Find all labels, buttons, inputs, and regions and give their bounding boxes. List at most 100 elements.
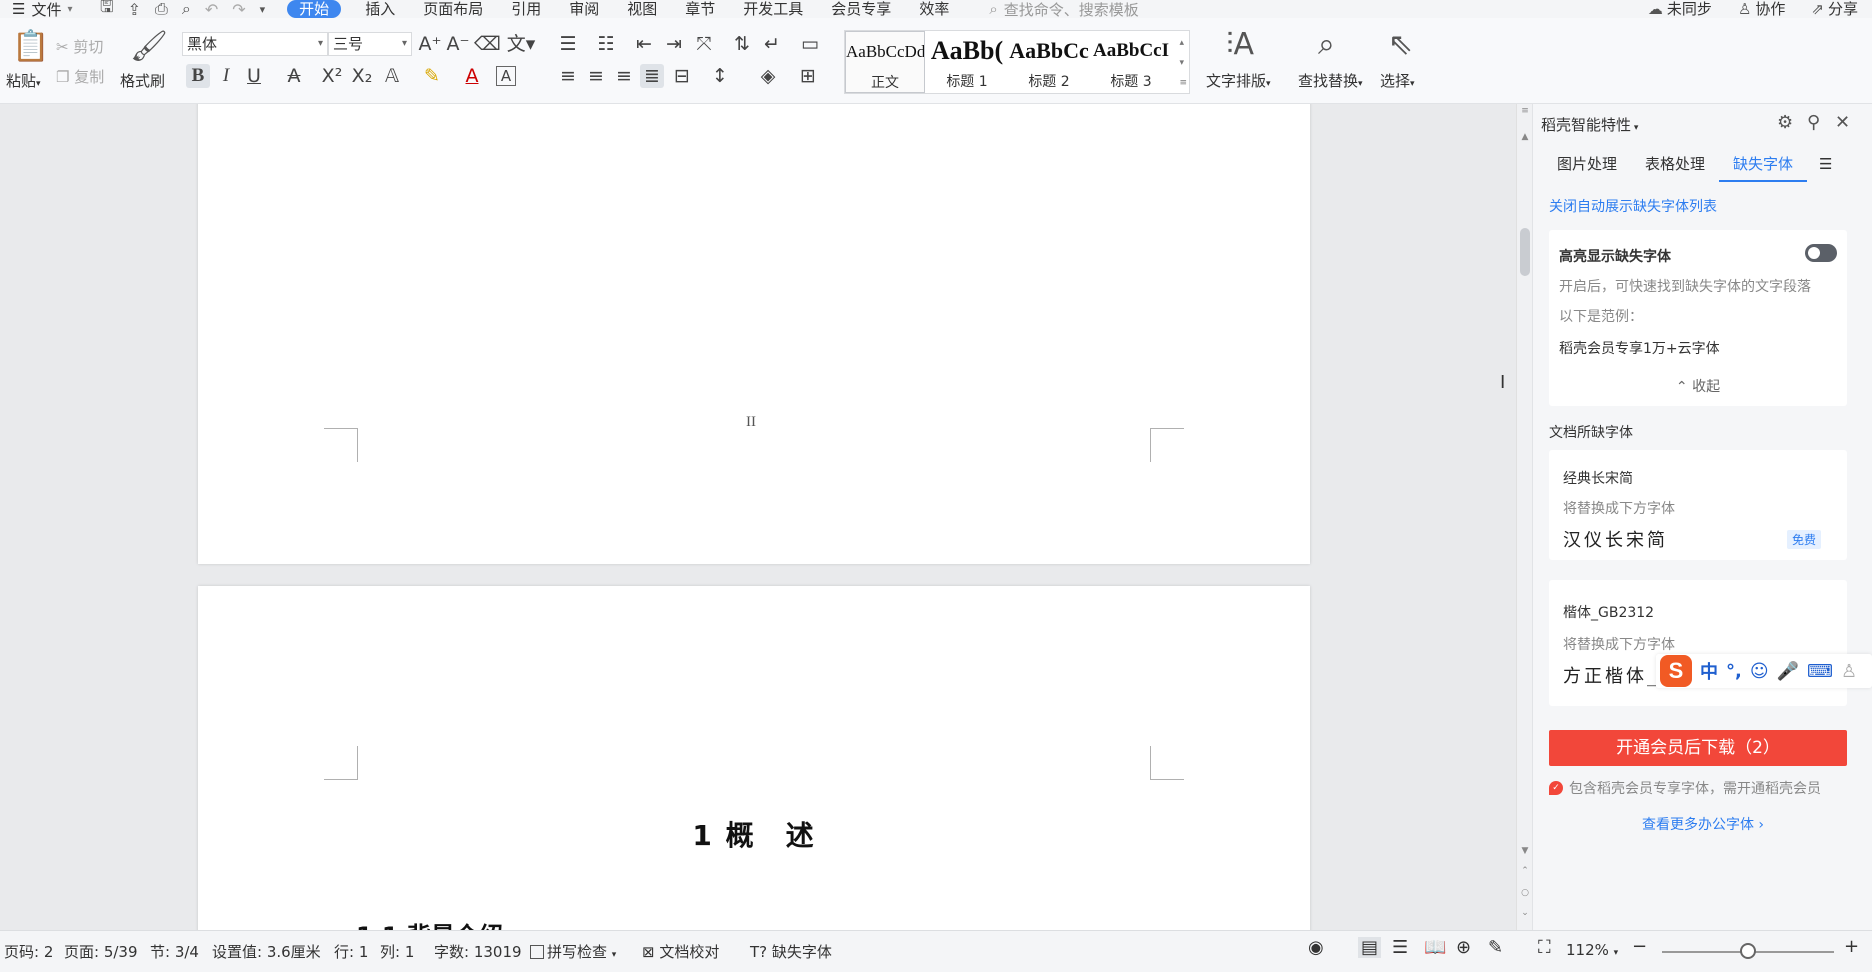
align-right-icon[interactable]: ≡ bbox=[612, 64, 636, 88]
numbered-list-icon[interactable]: ☷ bbox=[594, 32, 618, 56]
bold-icon[interactable]: B bbox=[186, 64, 210, 88]
document-canvas[interactable]: II 1 概 述 1.1 背景介绍 I bbox=[0, 104, 1516, 930]
zoom-level[interactable]: 112% ▾ bbox=[1566, 941, 1618, 959]
font-name-select[interactable]: 黑体 ▾ bbox=[182, 32, 328, 56]
pane-title-dropdown[interactable]: 稻壳智能特性 ▾ bbox=[1541, 114, 1638, 135]
gallery-scroll-icon[interactable]: ▴ ▾ ≡ bbox=[1179, 33, 1187, 93]
next-page-icon[interactable]: ⌄ bbox=[1517, 908, 1533, 918]
italic-icon[interactable]: I bbox=[214, 64, 238, 88]
status-col[interactable]: 列: 1 bbox=[380, 941, 414, 962]
sogou-logo-icon[interactable]: S bbox=[1660, 655, 1692, 687]
font-color-icon[interactable]: A bbox=[460, 64, 484, 88]
text-layout-button[interactable]: 文字排版▾ bbox=[1206, 70, 1271, 91]
web-view-icon[interactable]: ⊕ bbox=[1456, 937, 1471, 958]
cut-button[interactable]: ✂ 剪切 bbox=[56, 36, 103, 57]
bullet-list-icon[interactable]: ☰ bbox=[556, 32, 580, 56]
style-heading3[interactable]: AaBbCcI 标题 3 bbox=[1091, 31, 1171, 93]
zoom-out-icon[interactable]: − bbox=[1632, 936, 1647, 957]
print-preview-icon[interactable]: ⌕ bbox=[182, 0, 191, 19]
status-pages[interactable]: 页面: 5/39 bbox=[64, 941, 138, 962]
reading-view-icon[interactable]: 📖 bbox=[1424, 937, 1446, 958]
page-view-icon[interactable]: ▤ bbox=[1358, 937, 1382, 958]
pointer-icon[interactable]: ⇖ bbox=[1388, 30, 1413, 60]
superscript-icon[interactable]: X² bbox=[320, 64, 344, 88]
eye-protection-icon[interactable]: ◉ bbox=[1308, 937, 1324, 958]
scroll-up-icon[interactable]: ▲ bbox=[1517, 132, 1533, 142]
close-auto-show-link[interactable]: 关闭自动展示缺失字体列表 bbox=[1549, 196, 1717, 216]
download-button[interactable]: 开通会员后下载（2） bbox=[1549, 730, 1847, 766]
page-previous[interactable]: II bbox=[198, 104, 1310, 564]
format-painter-button[interactable]: 格式刷 bbox=[120, 70, 165, 91]
scroll-down-icon[interactable]: ▼ bbox=[1517, 846, 1533, 856]
status-row[interactable]: 行: 1 bbox=[334, 941, 368, 962]
scroll-grip-icon[interactable]: ≡ bbox=[1517, 106, 1533, 116]
sync-button[interactable]: ☁ 未同步 bbox=[1648, 0, 1712, 18]
subscript-icon[interactable]: X₂ bbox=[350, 64, 374, 88]
text-layout-icon[interactable]: ⫶A bbox=[1226, 30, 1254, 60]
emoji-icon[interactable]: ☺ bbox=[1750, 661, 1769, 682]
style-normal[interactable]: AaBbCcDd 正文 bbox=[845, 31, 925, 93]
highlight-toggle[interactable] bbox=[1805, 244, 1837, 262]
pin-icon[interactable]: ⚲ bbox=[1807, 112, 1820, 133]
pane-menu-icon[interactable]: ☰ bbox=[1807, 148, 1844, 182]
more-fonts-link[interactable]: 查看更多办公字体 › bbox=[1533, 814, 1872, 834]
status-page[interactable]: 页码: 2 bbox=[4, 941, 53, 962]
heading-1[interactable]: 1 概 述 bbox=[198, 814, 1310, 854]
punctuation-icon[interactable]: °, bbox=[1726, 661, 1742, 682]
tab-efficiency[interactable]: 效率 bbox=[905, 0, 963, 18]
page-current[interactable]: 1 概 述 1.1 背景介绍 bbox=[198, 586, 1310, 930]
user-icon[interactable]: ♙ bbox=[1841, 661, 1857, 682]
missing-font-button[interactable]: T? 缺失字体 bbox=[750, 941, 832, 962]
zoom-in-icon[interactable]: + bbox=[1844, 936, 1859, 957]
ruler-icon[interactable]: ▭ bbox=[798, 32, 822, 56]
tab-developer[interactable]: 开发工具 bbox=[729, 0, 817, 18]
proofread-button[interactable]: ⊠ 文档校对 bbox=[642, 941, 719, 962]
ime-lang-toggle[interactable]: 中 bbox=[1700, 658, 1718, 684]
tab-page-layout[interactable]: 页面布局 bbox=[409, 0, 497, 18]
tab-table-processing[interactable]: 表格处理 bbox=[1631, 148, 1719, 182]
tab-missing-fonts[interactable]: 缺失字体 bbox=[1719, 148, 1808, 182]
align-center-icon[interactable]: ≡ bbox=[584, 64, 608, 88]
vertical-scrollbar[interactable]: ≡ ▲ ▼ ⌃ ○ ⌄ bbox=[1516, 104, 1532, 930]
text-effect-icon[interactable]: 𝔸 bbox=[380, 64, 404, 88]
sort-icon[interactable]: ⇅ bbox=[730, 32, 754, 56]
write-mode-icon[interactable]: ✎ bbox=[1488, 937, 1503, 958]
decrease-indent-icon[interactable]: ⇤ bbox=[632, 32, 656, 56]
collab-button[interactable]: ♙ 协作 bbox=[1738, 0, 1785, 18]
paste-button[interactable]: 粘贴▾ bbox=[6, 70, 41, 91]
scroll-thumb[interactable] bbox=[1520, 228, 1530, 276]
status-setting[interactable]: 设置值: 3.6厘米 bbox=[212, 941, 321, 962]
chinese-layout-icon[interactable]: ⤧ bbox=[692, 32, 716, 56]
select-button[interactable]: 选择▾ bbox=[1380, 70, 1415, 91]
fit-page-icon[interactable]: ⛶ bbox=[1538, 937, 1551, 958]
paste-icon[interactable]: 📋 bbox=[12, 32, 49, 62]
tab-view[interactable]: 视图 bbox=[613, 0, 671, 18]
tab-references[interactable]: 引用 bbox=[497, 0, 555, 18]
print-icon[interactable]: ⎙ bbox=[155, 0, 168, 19]
export-icon[interactable]: ⇪ bbox=[128, 0, 141, 19]
highlight-icon[interactable]: ✎ bbox=[420, 64, 444, 88]
style-heading1[interactable]: AaBb( 标题 1 bbox=[927, 31, 1007, 93]
copy-button[interactable]: ❐ 复制 bbox=[56, 66, 104, 87]
clear-format-icon[interactable]: ⌫ bbox=[474, 32, 501, 56]
outline-view-icon[interactable]: ☰ bbox=[1392, 937, 1408, 958]
grow-font-icon[interactable]: A⁺ bbox=[418, 32, 442, 56]
phonetic-guide-icon[interactable]: 文▾ bbox=[504, 32, 538, 56]
status-word-count[interactable]: 字数: 13019 bbox=[434, 941, 522, 962]
browse-object-icon[interactable]: ○ bbox=[1517, 888, 1533, 898]
undo-icon[interactable]: ↶ bbox=[205, 0, 218, 19]
tab-image-processing[interactable]: 图片处理 bbox=[1543, 148, 1631, 182]
keyboard-icon[interactable]: ⌨ bbox=[1807, 661, 1833, 682]
zoom-slider-knob[interactable] bbox=[1740, 943, 1756, 959]
shading-icon[interactable]: ◈ bbox=[756, 64, 780, 88]
close-icon[interactable]: ✕ bbox=[1835, 112, 1850, 133]
justify-icon[interactable]: ≣ bbox=[640, 64, 664, 88]
strikethrough-icon[interactable]: A bbox=[282, 64, 306, 88]
tab-insert[interactable]: 插入 bbox=[351, 0, 409, 18]
heading-2[interactable]: 1.1 背景介绍 bbox=[356, 916, 503, 930]
line-spacing-icon[interactable]: ↕ bbox=[708, 64, 732, 88]
align-left-icon[interactable]: ≡ bbox=[556, 64, 580, 88]
prev-page-icon[interactable]: ⌃ bbox=[1517, 866, 1533, 876]
status-section[interactable]: 节: 3/4 bbox=[150, 941, 199, 962]
customize-icon[interactable]: ▾ bbox=[260, 3, 266, 16]
